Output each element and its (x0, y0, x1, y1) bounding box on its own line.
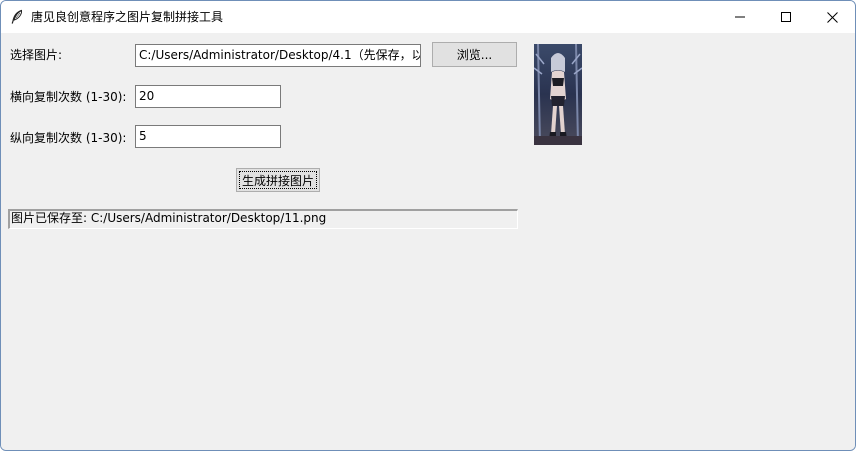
image-label: 选择图片: (10, 48, 63, 62)
close-button[interactable] (809, 1, 855, 33)
maximize-button[interactable] (763, 1, 809, 33)
generate-button[interactable]: 生成拼接图片 (236, 168, 320, 192)
minimize-button[interactable] (717, 1, 763, 33)
horizontal-count-label: 横向复制次数 (1-30): (10, 90, 127, 104)
status-bar: 图片已保存至: C:/Users/Administrator/Desktop/1… (8, 209, 518, 229)
horizontal-count-input[interactable]: 20 (135, 85, 281, 108)
image-path-input[interactable]: C:/Users/Administrator/Desktop/4.1（先保存，以 (135, 44, 421, 67)
vertical-count-label: 纵向复制次数 (1-30): (10, 131, 127, 145)
browse-button-label: 浏览... (456, 48, 493, 62)
browse-button[interactable]: 浏览... (432, 42, 517, 67)
minimize-icon (735, 12, 745, 22)
window-title: 唐见良创意程序之图片复制拼接工具 (31, 10, 224, 24)
close-icon (826, 11, 838, 23)
client-area: 选择图片: C:/Users/Administrator/Desktop/4.1… (1, 33, 855, 450)
title-bar[interactable]: 唐见良创意程序之图片复制拼接工具 (1, 1, 855, 33)
focus-ring (239, 171, 317, 189)
feather-icon (9, 9, 25, 25)
vertical-count-input[interactable]: 5 (135, 125, 281, 148)
maximize-icon (781, 12, 791, 22)
app-window: 唐见良创意程序之图片复制拼接工具 选择图片: C:/Users/Administ… (0, 0, 856, 451)
image-preview (534, 44, 582, 145)
